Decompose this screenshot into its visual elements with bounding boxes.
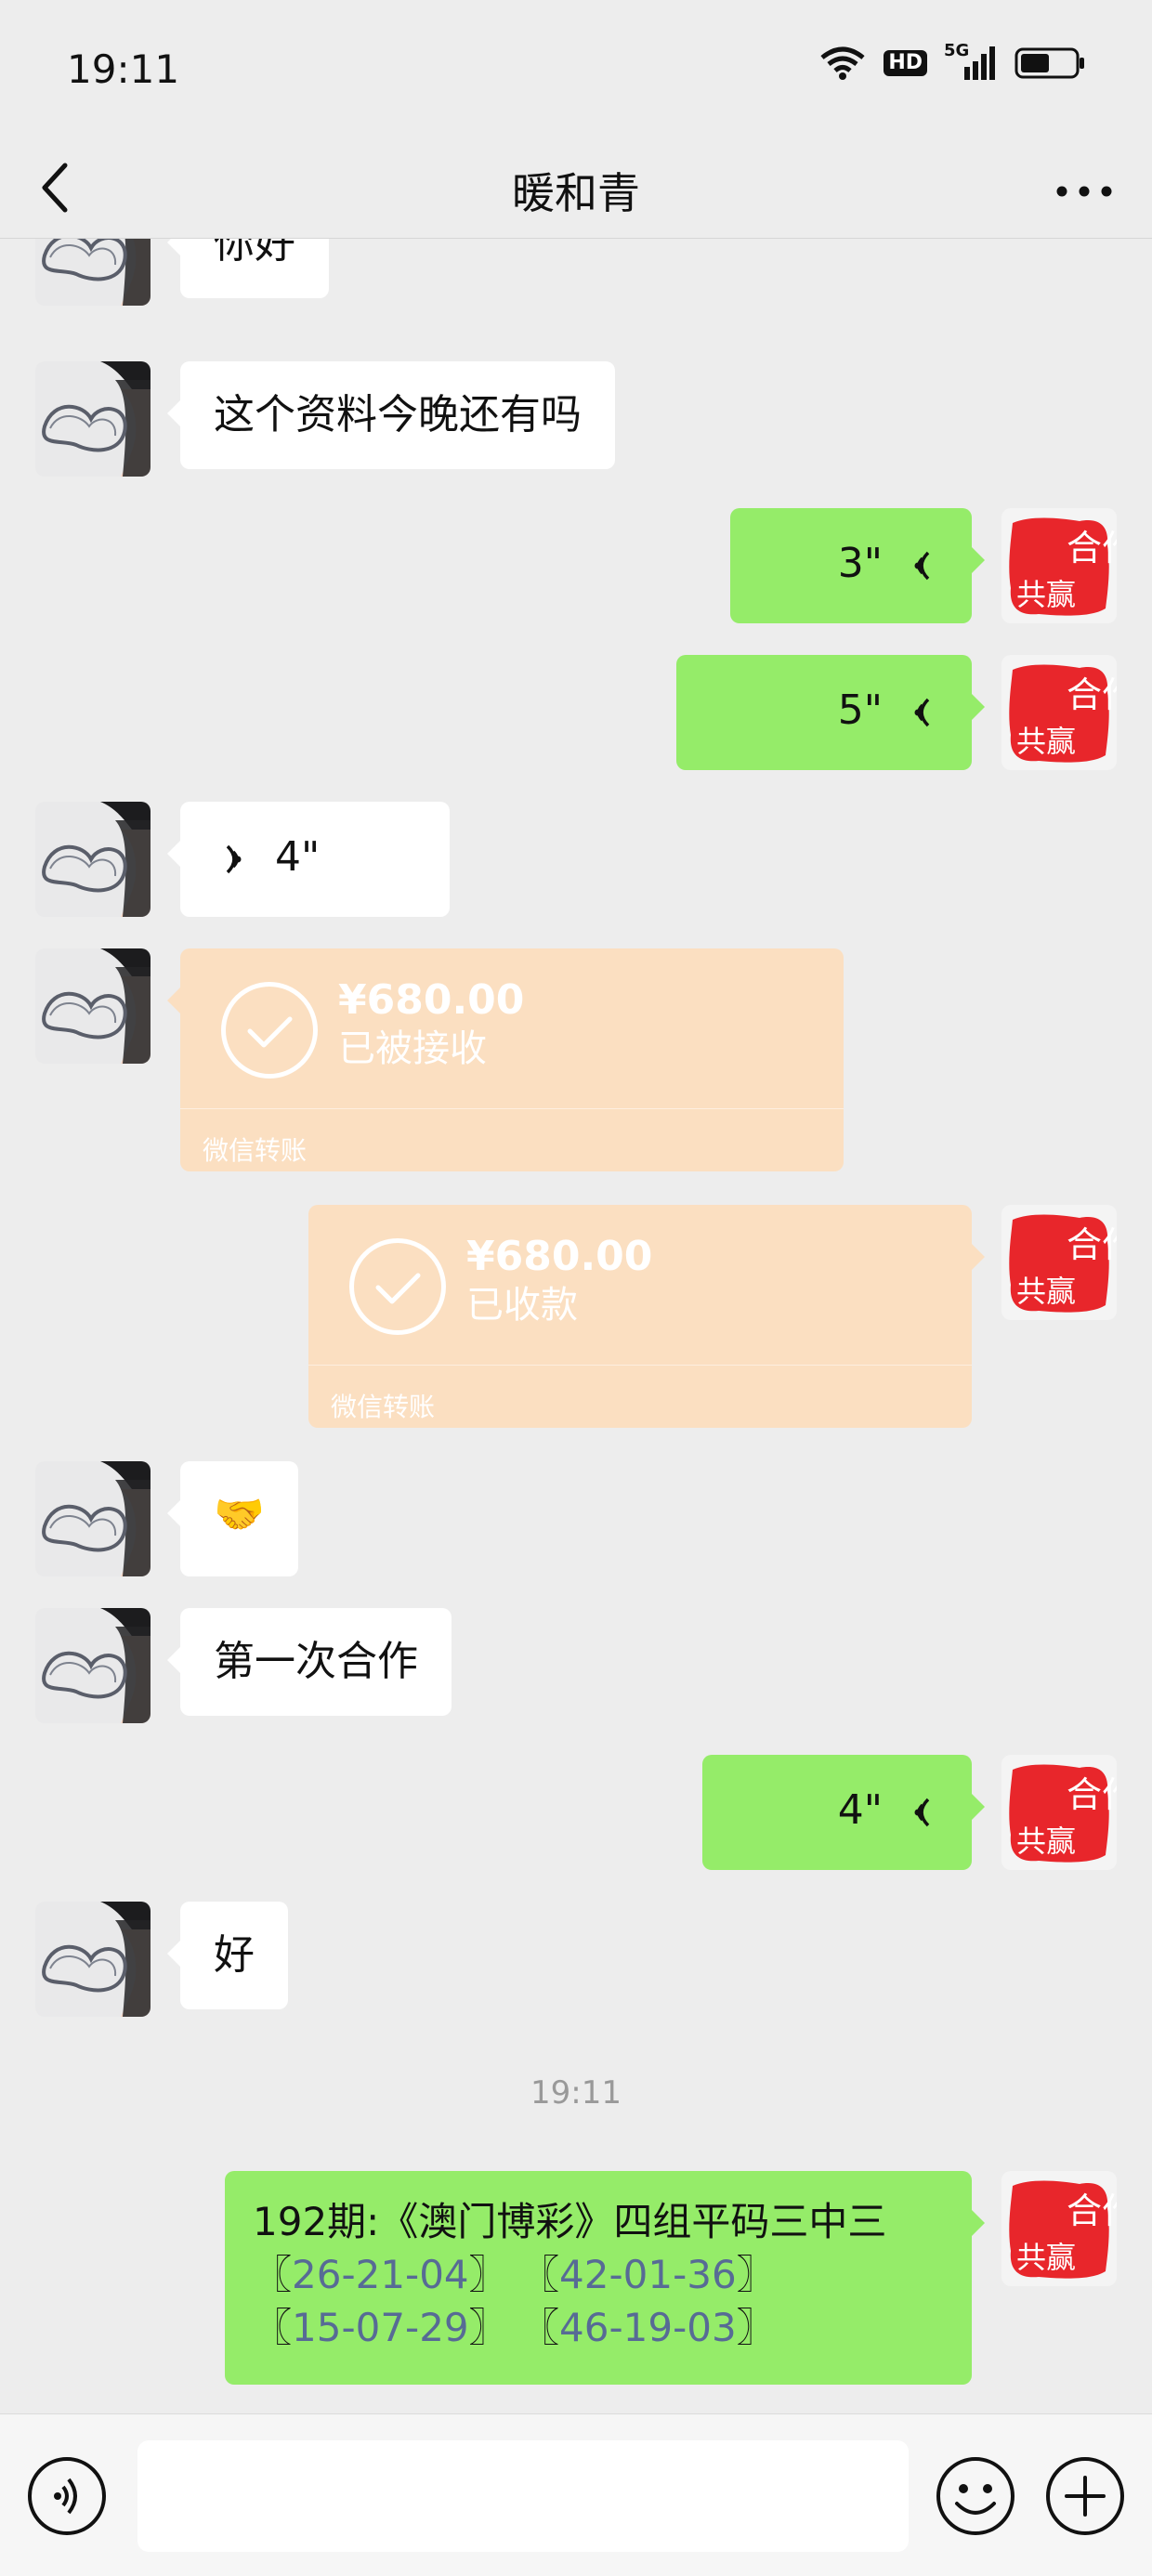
- divider: [308, 1365, 972, 1366]
- text-message[interactable]: 你好: [167, 239, 329, 298]
- bracket: 〗: [468, 2305, 508, 2350]
- wifi-icon: [820, 46, 865, 80]
- self-avatar[interactable]: 合作 共赢: [1001, 2171, 1117, 2286]
- voice-duration: 5": [837, 686, 883, 734]
- bracket: 〗: [468, 2252, 508, 2297]
- seal-text-bottom: 共赢: [1016, 724, 1076, 759]
- status-bar: 19:11 HD 5G: [0, 0, 1152, 139]
- divider: [180, 1108, 844, 1109]
- hd-badge: HD: [884, 49, 927, 77]
- transfer-status: 已收款: [466, 1284, 578, 1327]
- voice-message[interactable]: 5": [676, 655, 985, 770]
- emoji-icon[interactable]: [935, 2455, 1016, 2537]
- bracket: 〖: [520, 2252, 560, 2297]
- voice-duration: 3": [837, 540, 883, 587]
- transfer-message[interactable]: ¥680.00 已被接收 微信转账: [167, 948, 844, 1171]
- message-line: 192期:《澳门博彩》四组平码三中三: [253, 2199, 887, 2244]
- message-input[interactable]: [137, 2440, 909, 2552]
- transfer-amount: ¥680.00: [466, 1233, 653, 1280]
- message-line: 〖15-07-29〗 〖46-19-03〗: [253, 2301, 944, 2354]
- seal-text-top: 合作: [1067, 2190, 1117, 2231]
- text-message[interactable]: 好: [167, 1902, 288, 2009]
- seal-text-bottom: 共赢: [1016, 2240, 1076, 2275]
- transfer-amount: ¥680.00: [338, 976, 525, 1024]
- voice-duration: 4": [837, 1786, 883, 1834]
- self-avatar[interactable]: 合作 共赢: [1001, 508, 1117, 623]
- voice-icon: [216, 841, 253, 878]
- number-code[interactable]: 42-01-36: [559, 2252, 737, 2297]
- voice-message[interactable]: 4": [167, 802, 450, 917]
- seal-text-bottom: 共赢: [1016, 1274, 1076, 1309]
- transfer-footer: 微信转账: [331, 1392, 436, 1422]
- chat-area[interactable]: 你好 这个资料今晚还有吗 3" 合作 共赢 5" 合作 共赢: [0, 239, 1152, 2413]
- signal-icon: 5G: [944, 41, 998, 82]
- message-line: 〖26-21-04〗 〖42-01-36〗: [253, 2248, 944, 2301]
- seal-text-top: 合作: [1067, 1224, 1117, 1265]
- self-avatar[interactable]: 合作 共赢: [1001, 655, 1117, 770]
- voice-message[interactable]: 3": [730, 508, 985, 623]
- seal-text-top: 合作: [1067, 674, 1117, 715]
- chat-header: 暖和青: [0, 139, 1152, 239]
- voice-icon: [903, 1794, 940, 1831]
- check-icon: [349, 1238, 446, 1335]
- transfer-message[interactable]: ¥680.00 已收款 微信转账: [308, 1205, 985, 1428]
- seal-text-top: 合作: [1067, 1774, 1117, 1815]
- contact-avatar[interactable]: [35, 361, 151, 477]
- seal-text-bottom: 共赢: [1016, 577, 1076, 612]
- number-code[interactable]: 26-21-04: [292, 2252, 469, 2297]
- number-code[interactable]: 15-07-29: [292, 2305, 469, 2350]
- voice-icon: [903, 547, 940, 584]
- self-avatar[interactable]: 合作 共赢: [1001, 1755, 1117, 1870]
- emoji-message[interactable]: 🤝: [167, 1461, 298, 1576]
- contact-avatar[interactable]: [35, 1902, 151, 2017]
- bracket: 〗: [736, 2305, 776, 2350]
- message-timestamp: 19:11: [530, 2074, 622, 2112]
- text-message[interactable]: 192期:《澳门博彩》四组平码三中三 〖26-21-04〗 〖42-01-36〗…: [225, 2171, 985, 2385]
- text-message[interactable]: 这个资料今晚还有吗: [167, 361, 615, 469]
- bracket: 〖: [520, 2305, 560, 2350]
- input-bar: [0, 2413, 1152, 2576]
- seal-text-top: 合作: [1067, 528, 1117, 569]
- contact-avatar[interactable]: [35, 239, 151, 306]
- plus-icon[interactable]: [1044, 2455, 1126, 2537]
- voice-message[interactable]: 4": [702, 1755, 985, 1870]
- transfer-status: 已被接收: [338, 1027, 487, 1070]
- self-avatar[interactable]: 合作 共赢: [1001, 1205, 1117, 1320]
- voice-icon: [903, 694, 940, 731]
- status-icons: HD 5G: [818, 41, 1087, 82]
- contact-avatar[interactable]: [35, 948, 151, 1064]
- contact-avatar[interactable]: [35, 802, 151, 917]
- chat-title: 暖和青: [512, 168, 640, 218]
- contact-avatar[interactable]: [35, 1461, 151, 1576]
- bracket: 〗: [736, 2252, 776, 2297]
- voice-duration: 4": [275, 833, 321, 881]
- text-message[interactable]: 第一次合作: [167, 1608, 452, 1716]
- transfer-footer: 微信转账: [203, 1135, 308, 1166]
- bracket: 〖: [253, 2305, 293, 2350]
- bracket: 〖: [253, 2252, 293, 2297]
- voice-input-button[interactable]: [26, 2455, 108, 2537]
- battery-icon: [1015, 47, 1084, 79]
- check-icon: [221, 982, 318, 1079]
- status-time: 19:11: [67, 46, 180, 92]
- number-code[interactable]: 46-19-03: [559, 2305, 737, 2350]
- more-icon[interactable]: [1054, 160, 1115, 219]
- contact-avatar[interactable]: [35, 1608, 151, 1723]
- seal-text-bottom: 共赢: [1016, 1824, 1076, 1859]
